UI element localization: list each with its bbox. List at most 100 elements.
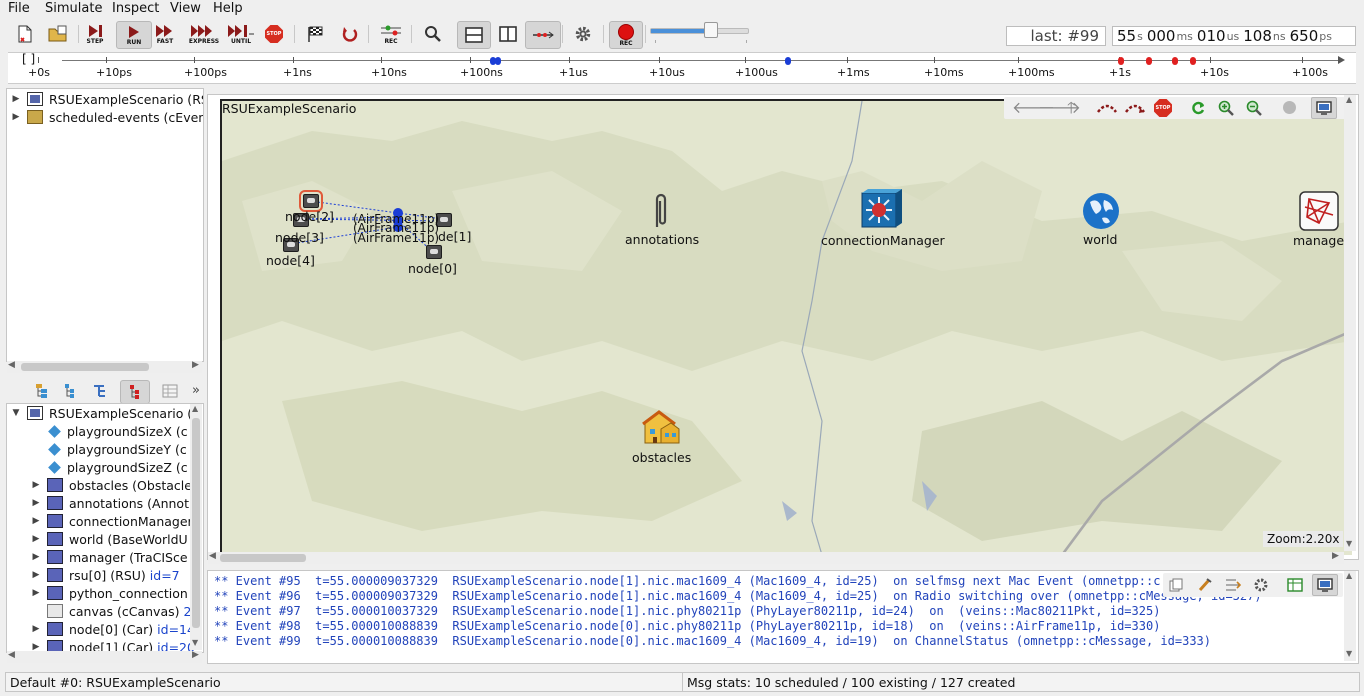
expand-arrow-icon[interactable]: ▶ — [11, 94, 21, 104]
inspector-tree-item[interactable]: playgroundSizeX (c — [31, 422, 188, 440]
canvas-vscrollbar[interactable]: ▲ ▼ — [1344, 95, 1356, 551]
message-view-icon[interactable] — [1287, 578, 1303, 592]
timeline-event-marker[interactable] — [1190, 57, 1196, 65]
flat-view-button[interactable] — [62, 383, 78, 399]
expand-arrow-icon[interactable]: ▶ — [11, 112, 21, 122]
log-view-button[interactable] — [1312, 574, 1338, 596]
speed-slider-handle[interactable] — [704, 22, 718, 38]
scroll-up-icon[interactable]: ▲ — [192, 404, 198, 413]
expand-arrow-icon[interactable]: ▶ — [31, 570, 41, 580]
tree-item-scheduled-events[interactable]: ▶ scheduled-events (cEven — [11, 108, 203, 126]
inspector-root[interactable]: ▼ RSUExampleScenario ( — [11, 404, 193, 422]
inspector-tree-item[interactable]: canvas (cCanvas) 2 — [31, 602, 191, 620]
filter-icon[interactable] — [1225, 578, 1241, 592]
scrollbar-thumb[interactable] — [192, 418, 200, 628]
find-button[interactable] — [418, 21, 448, 47]
globe-icon[interactable] — [1082, 192, 1120, 230]
scrollbar-thumb[interactable] — [220, 554, 306, 562]
group-by-package-button[interactable] — [34, 383, 50, 399]
refresh-icon[interactable] — [1190, 100, 1206, 116]
scroll-left-icon[interactable]: ◀ — [8, 360, 15, 370]
canvas-hscrollbar[interactable]: ◀ ▶ — [208, 551, 1344, 564]
inspector-tree-item[interactable]: ▶ manager (TraCISce — [31, 548, 188, 566]
fast-button[interactable]: FAST — [150, 21, 180, 47]
table-view-button[interactable] — [162, 383, 178, 399]
more-chevron-icon[interactable]: » — [192, 383, 200, 398]
menu-simulate[interactable]: Simulate — [45, 1, 102, 16]
scroll-left-icon[interactable]: ◀ — [209, 551, 216, 561]
inspector-tree-item[interactable]: ▶ node[0] (Car) id=14 — [31, 620, 195, 638]
gear-icon[interactable] — [1253, 577, 1269, 593]
inspector-tree-item[interactable]: ▶ python_connection — [31, 584, 188, 602]
stop-button[interactable]: STOP — [259, 21, 289, 47]
inspector-tree-item[interactable]: ▶ world (BaseWorldU — [31, 530, 188, 548]
scroll-right-icon[interactable]: ▶ — [1332, 551, 1339, 561]
inspector-tree-item[interactable]: playgroundSizeZ (c — [31, 458, 188, 476]
event-recording-button[interactable]: REC — [376, 21, 406, 47]
inspector-tree-item[interactable]: playgroundSizeY (c — [31, 440, 187, 458]
menu-file[interactable]: File — [8, 1, 30, 16]
scroll-up-icon[interactable]: ▲ — [1346, 571, 1352, 580]
relayout-icon[interactable] — [1124, 100, 1146, 114]
run-until-button[interactable]: UNTIL — [224, 21, 258, 47]
inspector-tree-item[interactable]: ▶ rsu[0] (RSU) id=7 — [31, 566, 180, 584]
up-arrow-icon[interactable]: 🡑 — [1067, 97, 1075, 124]
finish-button[interactable] — [301, 21, 331, 47]
scroll-up-icon[interactable]: ▲ — [1346, 95, 1352, 104]
expand-arrow-icon[interactable]: ▶ — [31, 480, 41, 490]
expand-arrow-icon[interactable]: ▶ — [31, 588, 41, 598]
tree-item-network[interactable]: ▶ RSUExampleScenario (RS — [11, 90, 203, 108]
step-button[interactable]: STEP — [80, 21, 110, 47]
video-record-button[interactable]: REC — [609, 21, 643, 49]
inheritance-view-button[interactable] — [92, 383, 108, 399]
layout-restart-icon[interactable] — [1096, 100, 1118, 114]
inspector-scrollbar[interactable]: ▲ ▼ — [190, 404, 202, 650]
menu-inspect[interactable]: Inspect — [112, 1, 159, 16]
zoom-in-icon[interactable] — [1218, 100, 1234, 116]
inspector-tree-item[interactable]: ▶ obstacles (Obstacle — [31, 476, 192, 494]
menu-view[interactable]: View — [170, 1, 201, 16]
scroll-right-icon[interactable]: ▶ — [192, 650, 199, 660]
inspector-tree-item[interactable]: ▶ connectionManager — [31, 512, 193, 530]
expand-arrow-icon[interactable]: ▶ — [31, 516, 41, 526]
timeline-toggle-button[interactable] — [525, 21, 561, 49]
new-run-button[interactable] — [10, 21, 40, 47]
car-icon[interactable] — [299, 190, 323, 212]
scroll-down-icon[interactable]: ▼ — [192, 638, 198, 647]
load-config-button[interactable] — [43, 21, 73, 47]
find-text-icon[interactable] — [1197, 578, 1213, 592]
connection-manager-icon[interactable] — [860, 189, 904, 231]
scroll-right-icon[interactable]: ▶ — [192, 360, 199, 370]
copy-icon[interactable] — [1169, 578, 1183, 592]
graphical-view-button[interactable] — [1311, 97, 1337, 119]
menu-help[interactable]: Help — [213, 1, 243, 16]
animation-toggle-icon[interactable] — [1283, 101, 1296, 114]
timeline-event-marker[interactable] — [1146, 57, 1152, 65]
zoom-out-icon[interactable] — [1246, 100, 1262, 116]
timeline[interactable]: [ ] +0s +10ps +100ps +1ns +10ns +100ns +1us +10… — [8, 52, 1356, 84]
preferences-button[interactable] — [568, 21, 598, 47]
timeline-event-marker[interactable] — [1118, 57, 1124, 65]
buildings-icon[interactable] — [641, 409, 681, 445]
expand-arrow-icon[interactable]: ▶ — [31, 552, 41, 562]
network-canvas[interactable]: node[2] node[3] node[4] de[1] node[0] (A… — [207, 94, 1359, 560]
rebuild-network-button[interactable] — [335, 21, 365, 47]
stop-icon[interactable]: STOP — [1154, 99, 1172, 117]
log-scrollbar[interactable]: ▲ ▼ — [1344, 571, 1356, 661]
layout-vertical-button[interactable] — [493, 21, 523, 47]
children-view-button[interactable] — [120, 380, 150, 404]
inspector-tree-item[interactable]: ▶ annotations (Annot — [31, 494, 189, 512]
express-button[interactable]: EXPRESS — [187, 21, 221, 47]
scrollbar-thumb[interactable] — [21, 363, 149, 371]
scroll-down-icon[interactable]: ▼ — [1346, 539, 1352, 548]
scroll-left-icon[interactable]: ◀ — [8, 650, 15, 660]
run-button[interactable]: RUN — [116, 21, 152, 49]
timeline-event-marker[interactable] — [495, 57, 501, 65]
manager-icon[interactable] — [1299, 191, 1339, 231]
timeline-event-marker[interactable] — [1172, 57, 1178, 65]
paperclip-icon[interactable] — [651, 191, 671, 231]
layout-horizontal-button[interactable] — [457, 21, 491, 49]
inspector-hscrollbar[interactable]: ◀ ▶ — [7, 650, 202, 663]
expand-arrow-icon[interactable]: ▶ — [31, 534, 41, 544]
object-tree-scrollbar[interactable]: ◀ ▶ — [7, 360, 202, 373]
